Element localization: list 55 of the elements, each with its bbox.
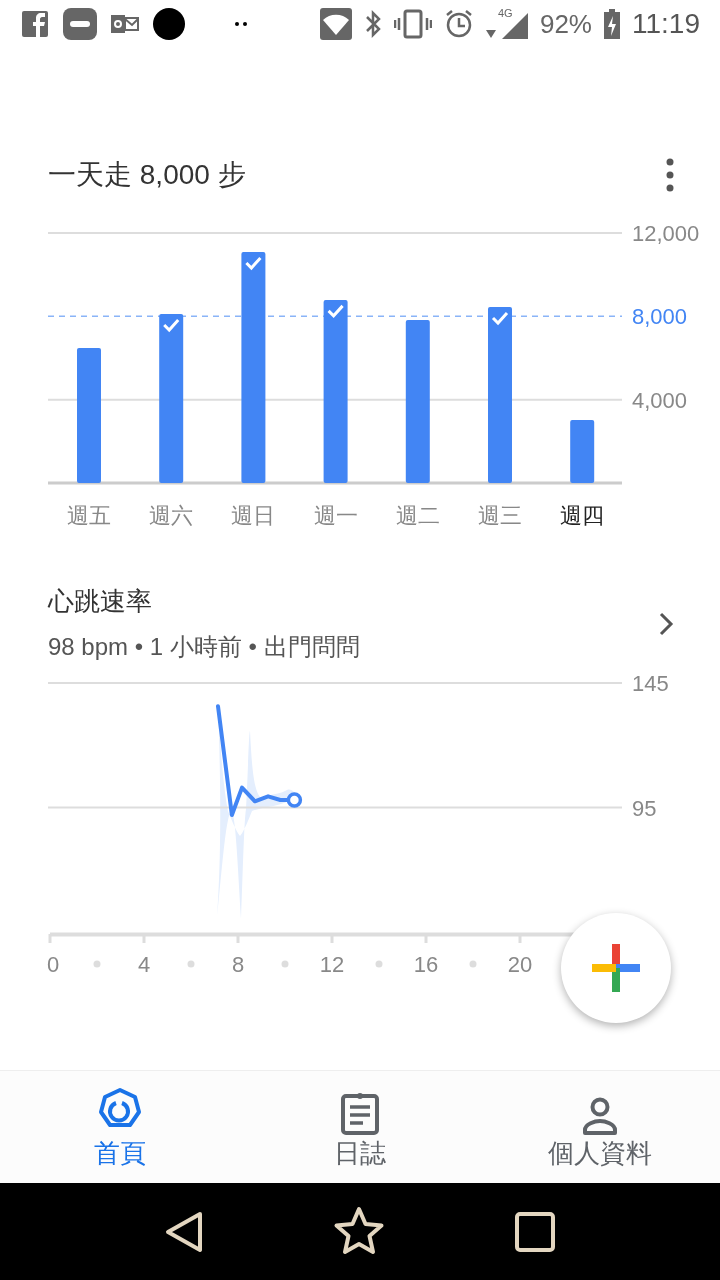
plus-icon (592, 944, 640, 992)
nav-tab[interactable]: 日誌 (240, 1071, 480, 1184)
day-label: 週二 (395, 503, 440, 528)
dot-icon (152, 7, 186, 41)
axis-label: 145 (632, 671, 669, 696)
day-label: 週五 (67, 503, 111, 528)
check-icon (163, 319, 180, 333)
day-label: 週六 (149, 503, 194, 528)
axis-label: 20 (507, 952, 533, 977)
nav-tab[interactable]: 個人資料 (480, 1071, 720, 1184)
bar[interactable] (405, 319, 430, 483)
axis-label: 16 (413, 952, 439, 977)
battery-percentage: 92% (539, 7, 592, 41)
recent-apps-icon[interactable] (514, 1210, 556, 1253)
battery-charging-icon (604, 9, 620, 39)
nav-tab[interactable]: 首頁 (0, 1071, 240, 1184)
bluetooth-icon (363, 9, 382, 39)
axis-label: 0 (46, 952, 60, 977)
bar[interactable] (488, 306, 512, 483)
bar[interactable] (241, 251, 266, 483)
clipboard-icon (340, 1090, 380, 1135)
card-title: 心跳速率 (48, 585, 153, 618)
more-notifications-icon (234, 21, 248, 27)
clock: 11:19 (632, 7, 700, 41)
facebook-icon (20, 9, 50, 39)
data-arrow-icon (485, 29, 496, 39)
vibrate-icon (393, 9, 432, 39)
network-label: 4G (497, 6, 513, 21)
check-icon (327, 304, 344, 319)
bar[interactable] (159, 314, 184, 483)
app-icon (62, 7, 98, 41)
person-icon (582, 1096, 618, 1135)
card-title: 一天走 8,000 步 (48, 158, 246, 192)
goal-label: 8,000 (632, 304, 688, 330)
axis-label: 8 (231, 952, 245, 977)
last-point-marker (286, 792, 303, 808)
check-icon (491, 311, 509, 326)
axis-label: 95 (632, 795, 657, 821)
add-button[interactable] (561, 913, 671, 1023)
day-label: 週四 (560, 503, 605, 528)
axis-label: 4,000 (632, 387, 688, 413)
axis-label: 4 (137, 952, 151, 977)
bar[interactable] (570, 420, 595, 483)
day-label: 週一 (313, 503, 358, 528)
day-label: 週三 (478, 503, 522, 528)
back-icon[interactable] (164, 1209, 204, 1254)
check-icon (245, 256, 262, 271)
wifi-icon (319, 8, 352, 40)
day-label: 週日 (231, 503, 276, 528)
axis-label: 12 (319, 952, 345, 977)
more-options-icon[interactable] (666, 158, 674, 192)
card-subtitle: 98 bpm • 1 小時前 • 出門問問 (48, 632, 360, 662)
bar[interactable] (323, 299, 348, 483)
axis-label: 12,000 (632, 221, 700, 246)
chevron-right-icon[interactable] (658, 610, 674, 637)
